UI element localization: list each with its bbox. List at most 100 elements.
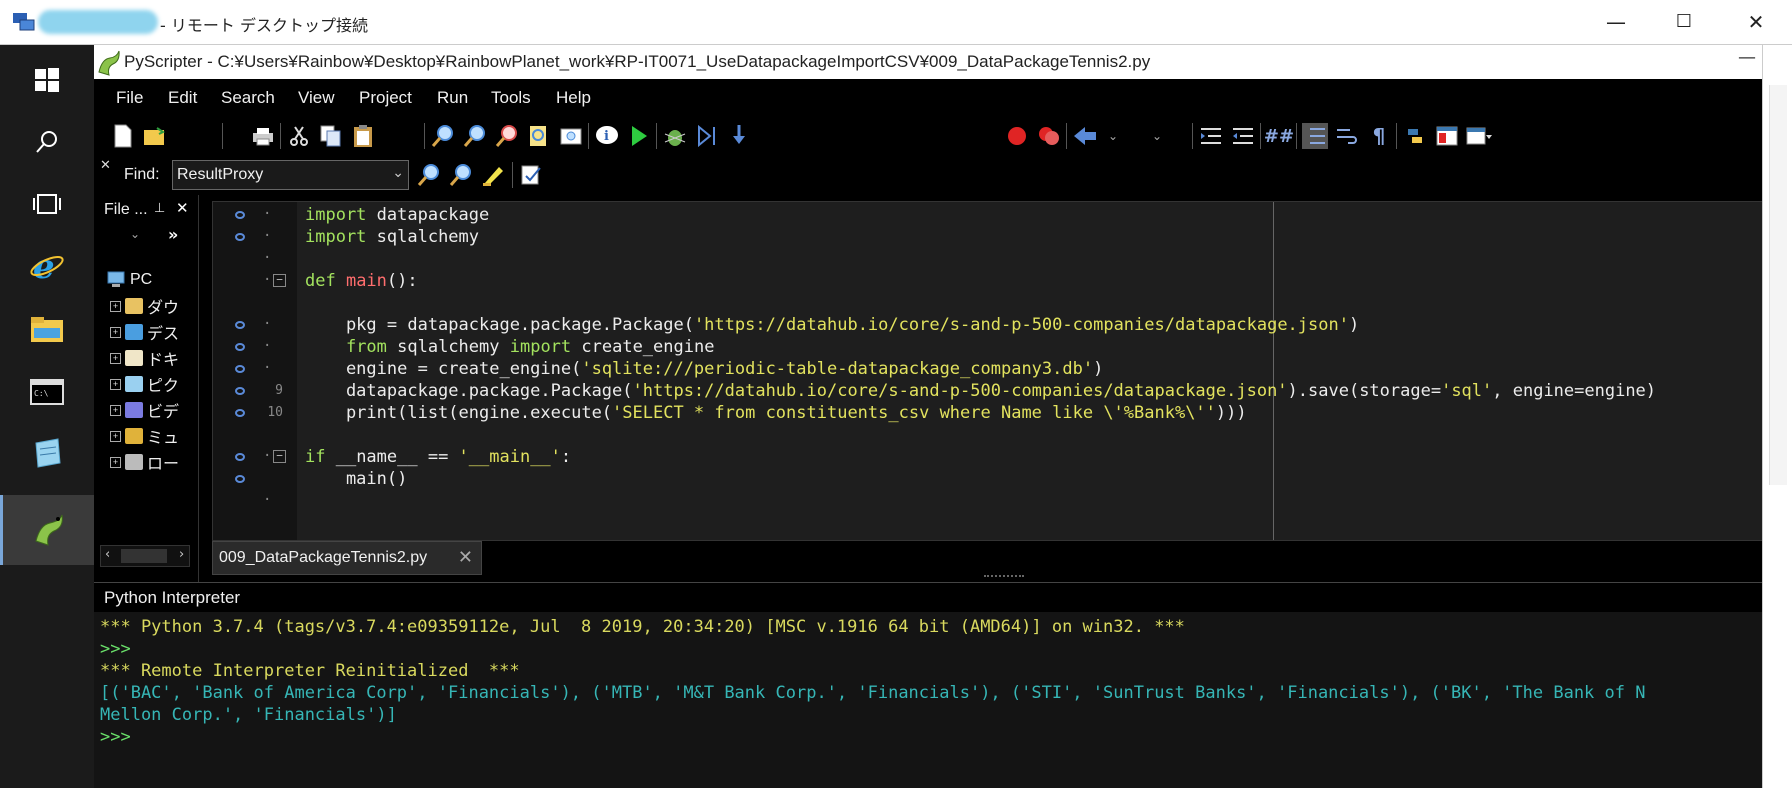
gutter-line[interactable]: · (213, 314, 297, 336)
pin-icon[interactable]: ⊥ (154, 201, 165, 216)
gutter-line[interactable]: 10 (213, 402, 297, 424)
gutter-line[interactable]: · − (213, 270, 297, 292)
menu-help[interactable]: Help (556, 88, 591, 108)
search-options-button[interactable] (518, 162, 544, 188)
indent-button[interactable] (1198, 123, 1224, 149)
tab-close-icon[interactable]: ✕ (458, 547, 473, 568)
executable-line-marker-icon[interactable] (235, 211, 245, 219)
pyscripter-minimize-button[interactable]: — (1732, 47, 1762, 75)
gutter-line[interactable]: · (213, 336, 297, 358)
file-tree[interactable]: ⌄ » PC + ダウ + デス + ドキ + ピク + ビデ + ミュ + ロー (100, 225, 190, 545)
tree-node-local-disk[interactable]: + ロー (110, 451, 179, 473)
highlight-search-button[interactable] (480, 162, 506, 188)
executable-line-marker-icon[interactable] (235, 343, 245, 351)
forward-dropdown-button[interactable]: ⌄ (1144, 123, 1170, 149)
view-menu-button[interactable] (1466, 123, 1492, 149)
find-bar-close-icon[interactable]: ✕ (100, 158, 111, 173)
dedent-button[interactable] (1230, 123, 1256, 149)
taskbar-notepad[interactable] (0, 419, 94, 489)
find-button[interactable] (430, 123, 456, 149)
gutter-line[interactable]: 9 (213, 380, 297, 402)
executable-line-marker-icon[interactable] (235, 321, 245, 329)
gutter-line[interactable] (213, 468, 297, 490)
python-engine-button[interactable] (1402, 123, 1428, 149)
chevron-down-icon[interactable]: ⌄ (392, 165, 404, 181)
paste-button[interactable] (350, 123, 376, 149)
maximize-button[interactable]: ☐ (1664, 8, 1704, 36)
expand-icon[interactable]: + (110, 352, 121, 364)
file-pane-horizontal-scrollbar[interactable]: ‹ › (100, 545, 190, 567)
tree-node-downloads[interactable]: + ダウ (110, 295, 179, 317)
step-into-button[interactable] (726, 123, 752, 149)
menu-file[interactable]: File (116, 88, 143, 108)
find-previous-search-button[interactable] (448, 162, 474, 188)
gutter-line[interactable]: · (213, 204, 297, 226)
word-wrap-button[interactable] (1334, 123, 1360, 149)
run-to-cursor-button[interactable] (694, 123, 720, 149)
expand-icon[interactable]: + (110, 300, 121, 312)
replace-button[interactable] (494, 123, 520, 149)
menu-edit[interactable]: Edit (168, 88, 197, 108)
goto-line-button[interactable] (558, 123, 584, 149)
taskbar-file-explorer[interactable] (0, 295, 94, 365)
tab-009-datapackagetennis2[interactable]: 009_DataPackageTennis2.py ✕ (212, 541, 482, 575)
executable-line-marker-icon[interactable] (235, 475, 245, 483)
gutter-line[interactable] (213, 424, 297, 446)
double-chevron-right-icon[interactable]: » (168, 225, 178, 244)
menu-search[interactable]: Search (221, 88, 275, 108)
layout-button[interactable] (1434, 123, 1460, 149)
debug-button[interactable] (662, 123, 688, 149)
chevron-down-icon[interactable]: ⌄ (130, 227, 140, 241)
run-button[interactable] (626, 123, 652, 149)
print-button[interactable] (250, 123, 276, 149)
scrollbar-thumb[interactable] (121, 549, 167, 563)
code-line[interactable]: engine = create_engine('sqlite:///period… (305, 358, 1103, 380)
clear-breakpoints-button[interactable] (1036, 123, 1062, 149)
taskbar-command-prompt[interactable]: C:\ (0, 357, 94, 427)
editor-gutter[interactable]: · · · · − · · · 9 10 · − · (213, 202, 297, 540)
menu-project[interactable]: Project (359, 88, 412, 108)
find-next-search-button[interactable] (416, 162, 442, 188)
fold-collapse-icon[interactable]: − (273, 450, 286, 463)
taskbar-pyscripter[interactable] (0, 495, 94, 565)
code-line[interactable]: print(list(engine.execute('SELECT * from… (305, 402, 1247, 424)
menu-run[interactable]: Run (437, 88, 468, 108)
tree-node-desktop[interactable]: + デス (110, 321, 179, 343)
scroll-left-icon[interactable]: ‹ (105, 547, 110, 562)
task-view-button[interactable] (0, 169, 94, 239)
comment-button[interactable]: ## (1264, 123, 1294, 149)
executable-line-marker-icon[interactable] (235, 453, 245, 461)
back-button[interactable] (1072, 123, 1098, 149)
show-line-numbers-toggle[interactable] (1302, 123, 1328, 149)
code-line[interactable]: pkg = datapackage.package.Package('https… (305, 314, 1359, 336)
gutter-line[interactable]: · (213, 248, 297, 270)
tree-node-documents[interactable]: + ドキ (110, 347, 179, 369)
fold-collapse-icon[interactable]: − (273, 274, 286, 287)
code-line[interactable]: datapackage.package.Package('https://dat… (305, 380, 1656, 402)
new-file-button[interactable] (110, 123, 136, 149)
file-pane-close-icon[interactable]: ✕ (176, 199, 189, 217)
code-editor[interactable]: · · · · − · · · 9 10 · − · import datapackage import … (212, 201, 1763, 541)
find-in-files-button[interactable] (526, 123, 552, 149)
expand-icon[interactable]: + (110, 378, 121, 390)
code-line[interactable]: from sqlalchemy import create_engine (305, 336, 715, 358)
executable-line-marker-icon[interactable] (235, 365, 245, 373)
expand-icon[interactable]: + (110, 456, 121, 468)
vertical-scrollbar[interactable] (1769, 85, 1787, 485)
back-dropdown-button[interactable]: ⌄ (1100, 123, 1126, 149)
expand-icon[interactable]: + (110, 430, 121, 442)
search-button[interactable] (0, 107, 94, 177)
executable-line-marker-icon[interactable] (235, 233, 245, 241)
code-line[interactable]: if __name__ == '__main__': (305, 446, 571, 468)
show-special-chars-button[interactable]: ¶ (1366, 123, 1392, 149)
gutter-line[interactable]: · (213, 490, 297, 512)
gutter-line[interactable] (213, 292, 297, 314)
cut-button[interactable] (286, 123, 312, 149)
tree-node-pictures[interactable]: + ピク (110, 373, 179, 395)
tree-node-videos[interactable]: + ビデ (110, 399, 179, 421)
menu-tools[interactable]: Tools (491, 88, 531, 108)
copy-button[interactable] (318, 123, 344, 149)
code-area[interactable]: import datapackage import sqlalchemy def m… (297, 202, 1763, 540)
gutter-line[interactable]: · − (213, 446, 297, 468)
scroll-right-icon[interactable]: › (179, 547, 184, 562)
